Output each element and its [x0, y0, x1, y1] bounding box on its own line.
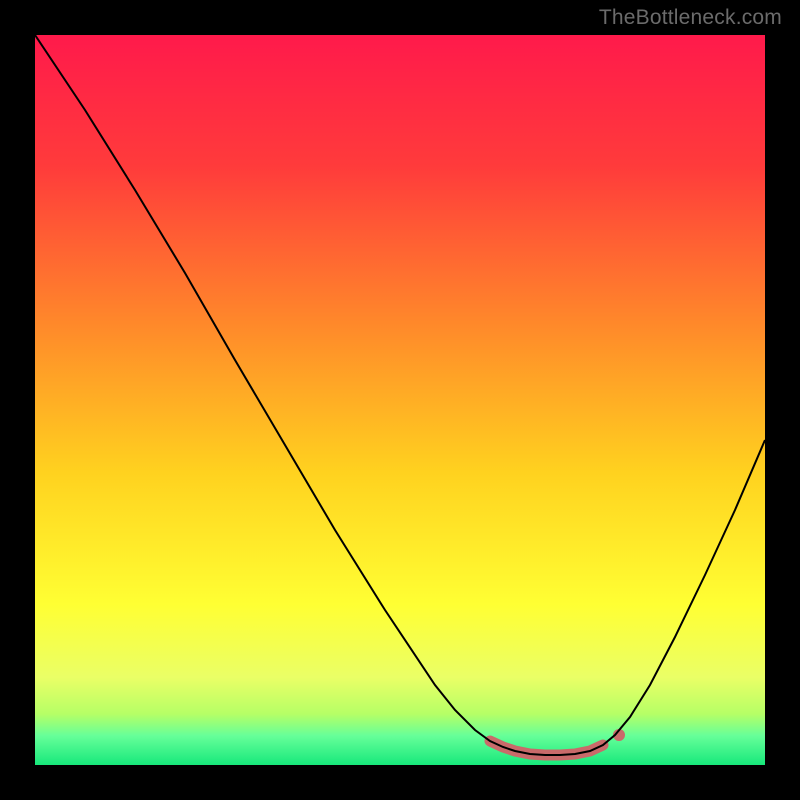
bottleneck-curve [35, 35, 765, 765]
plot-area [35, 35, 765, 765]
curve-line [35, 35, 765, 755]
watermark-text: TheBottleneck.com [599, 6, 782, 30]
chart-frame: TheBottleneck.com [0, 0, 800, 800]
